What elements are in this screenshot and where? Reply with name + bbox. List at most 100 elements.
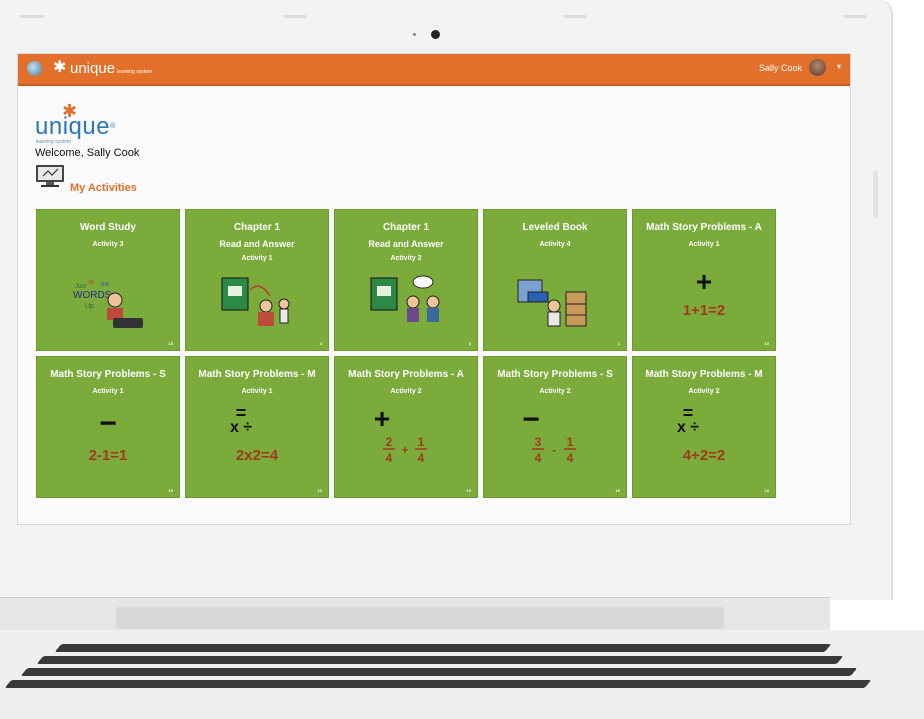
keyboard-row — [20, 668, 858, 676]
tile-title: Math Story Problems - S — [50, 369, 166, 380]
tile-activity: Activity 3 — [92, 241, 124, 248]
tile-title: Word Study — [80, 222, 136, 233]
fraction-denominator: 4 — [567, 451, 574, 465]
fraction-denominator: 4 — [535, 451, 542, 465]
tile-title: Chapter 1 — [233, 222, 281, 233]
fraction-equation: 2 4 + 1 4 — [383, 435, 427, 465]
camera-sensor — [413, 33, 416, 36]
activity-tile[interactable]: Word Study Activity 3 Just in the WORDS … — [37, 210, 179, 350]
asterisk-logo-icon: ✱ — [53, 59, 67, 76]
minus-icon: − — [522, 403, 540, 436]
svg-text:WORDS: WORDS — [73, 290, 112, 301]
user-name[interactable]: Sally Cook — [759, 63, 802, 73]
screen: ✱ unique learning system Sally Cook ▾ ✱ u… — [18, 54, 850, 524]
lid-bumper — [283, 15, 307, 18]
tile-count: 10 — [764, 341, 769, 346]
tile-activity: Activity 4 — [539, 241, 571, 248]
tile-count: 10 — [615, 488, 620, 493]
top-bar: ✱ unique learning system Sally Cook ▾ — [18, 54, 850, 86]
multiply-divide-icon: x ÷ — [676, 419, 700, 436]
activity-tile[interactable]: Chapter 1 Read and Answer Activity 2 3 — [335, 210, 477, 350]
tile-subtitle: Read and Answer — [368, 239, 444, 249]
multiply-divide-icon: x ÷ — [229, 419, 253, 436]
fraction-numerator: 2 — [386, 435, 393, 449]
plus-icon: + — [695, 266, 713, 297]
activity-tile[interactable]: Math Story Problems - M Activity 1 = x ÷… — [186, 357, 328, 497]
tile-subtitle: Read and Answer — [219, 239, 295, 249]
tile-count: 1 — [617, 341, 620, 346]
tile-activity: Activity 2 — [688, 388, 720, 395]
tile-title: Math Story Problems - M — [645, 369, 763, 380]
lid-side-slot — [873, 170, 878, 218]
minus-icon: − — [99, 407, 117, 440]
tile-equation: 2x2=4 — [235, 447, 279, 464]
tile-count: 10 — [466, 488, 471, 493]
fraction-numerator: 1 — [567, 435, 574, 449]
tile-count: 3 — [468, 341, 471, 346]
tile-activity: Activity 1 — [241, 255, 273, 262]
brand-logo[interactable]: unique learning system — [70, 60, 152, 81]
tile-count: 10 — [317, 488, 322, 493]
tile-equation: 2-1=1 — [88, 447, 128, 464]
tile-activity: Activity 2 — [539, 388, 571, 395]
svg-text:Up: Up — [85, 303, 94, 310]
avatar[interactable] — [809, 59, 826, 76]
tile-title: Math Story Problems - A — [348, 369, 464, 380]
activity-tile[interactable]: Math Story Problems - M Activity 2 = x ÷… — [633, 357, 775, 497]
activity-tile[interactable]: Math Story Problems - S Activity 1 − 2-1… — [37, 357, 179, 497]
keyboard-row — [4, 680, 872, 688]
tile-activity: Activity 1 — [92, 388, 124, 395]
trademark: ® — [110, 123, 116, 130]
activity-tile[interactable]: Math Story Problems - A Activity 2 + 2 4… — [335, 357, 477, 497]
lid-bumper — [843, 15, 867, 18]
activity-tile[interactable]: Math Story Problems - A Activity 1 + 1+1… — [633, 210, 775, 350]
fraction-equation: 3 4 - 1 4 — [532, 435, 576, 465]
globe-icon[interactable] — [27, 61, 42, 76]
unique-logo: unique® — [35, 114, 116, 140]
tile-count: 3 — [319, 341, 322, 346]
plus-icon: + — [373, 403, 391, 434]
activity-tile[interactable]: Leveled Book Activity 4 1 — [484, 210, 626, 350]
lid-bumper — [563, 15, 587, 18]
tile-title: Chapter 1 — [382, 222, 430, 233]
hinge-vent — [116, 607, 724, 629]
tile-activity: Activity 1 — [688, 241, 720, 248]
laptop-base — [0, 630, 924, 719]
book-discussion-icon — [370, 275, 440, 322]
book-reading-icon — [221, 277, 290, 326]
caret-down-icon[interactable]: ▾ — [837, 62, 841, 71]
tile-title: Math Story Problems - M — [198, 369, 316, 380]
tile-equation: 1+1=2 — [682, 302, 726, 319]
words-up-icon: Just in the WORDS Up — [73, 280, 143, 328]
tile-title: Leveled Book — [522, 222, 588, 233]
tile-title: Math Story Problems - S — [497, 369, 613, 380]
activity-tile[interactable]: Math Story Problems - S Activity 2 − 3 4… — [484, 357, 626, 497]
tile-activity: Activity 1 — [241, 388, 273, 395]
tile-count: 10 — [168, 488, 173, 493]
logo-subtitle: learning system — [36, 139, 72, 145]
tile-activity: Activity 2 — [390, 255, 422, 262]
section-title: My Activities — [70, 182, 137, 194]
svg-text:the: the — [101, 282, 110, 288]
activity-tile[interactable]: Chapter 1 Read and Answer Activity 1 3 — [186, 210, 328, 350]
library-icon — [517, 279, 587, 327]
computer-activity-icon — [36, 165, 64, 187]
fraction-numerator: 3 — [535, 435, 542, 449]
tile-count: 10 — [764, 488, 769, 493]
keyboard-row — [54, 644, 832, 652]
logo-text: unique — [35, 113, 111, 140]
webcam — [431, 30, 440, 39]
fraction-operator: - — [552, 443, 556, 457]
fraction-operator: + — [401, 443, 408, 457]
brand-subtitle: learning system — [117, 69, 153, 75]
brand-name: unique — [70, 60, 116, 77]
tile-equation: 4+2=2 — [682, 447, 726, 464]
welcome-message: Welcome, Sally Cook — [35, 147, 140, 159]
tile-title: Math Story Problems - A — [646, 222, 762, 233]
tile-count: 15 — [168, 341, 173, 346]
tile-activity: Activity 2 — [390, 388, 422, 395]
svg-text:in: in — [89, 280, 94, 286]
lid-bumper — [20, 15, 44, 18]
fraction-numerator: 1 — [418, 435, 425, 449]
keyboard-row — [36, 656, 844, 664]
